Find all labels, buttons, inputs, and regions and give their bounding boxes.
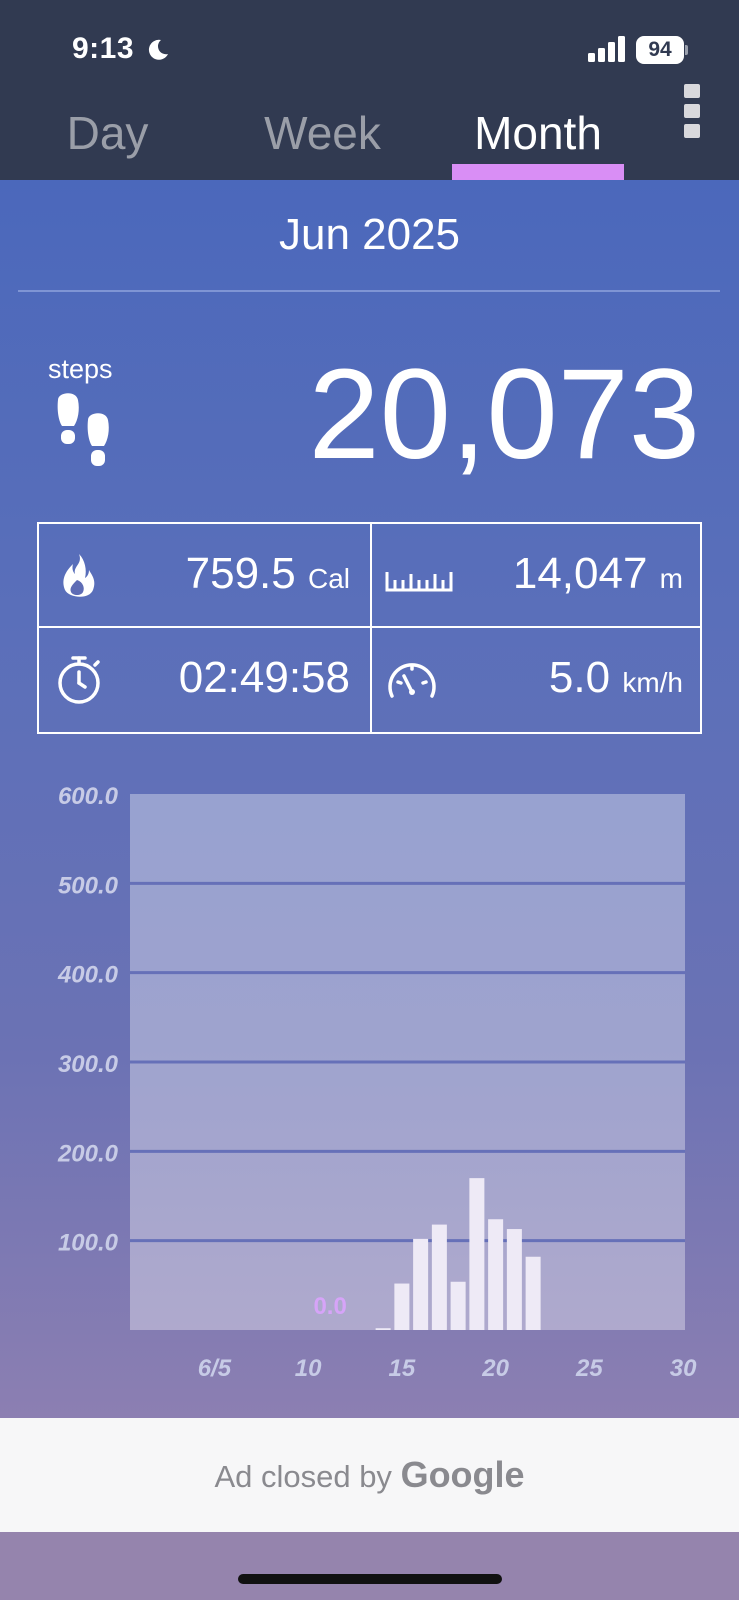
y-tick-label: 200.0 <box>57 1140 119 1167</box>
bottom-strip <box>0 1532 739 1600</box>
steps-bar-chart: 100.0 200.0 300.0 400.0 500.0 600.0 6/5 10 15 20 2… <box>0 770 739 1400</box>
footprints-icon <box>57 393 109 466</box>
overflow-menu-icon[interactable] <box>680 84 706 140</box>
google-logo: Google <box>400 1454 525 1495</box>
x-tick-label: 15 <box>389 1355 416 1382</box>
status-bar: 9:13 94 <box>0 0 739 90</box>
main-content: Jun 2025 steps 20,073 759.5 Cal 14,047 m… <box>0 180 739 1418</box>
cellular-signal-icon <box>588 36 625 62</box>
period-title: Jun 2025 <box>278 210 461 259</box>
ruler-icon <box>385 572 453 592</box>
bar-day-20 <box>488 1219 504 1330</box>
divider <box>18 290 720 292</box>
speed-value: 5.0 <box>548 653 611 702</box>
calories-value: 759.5 <box>185 549 296 598</box>
stopwatch-icon <box>58 656 100 704</box>
speed-unit: km/h <box>622 667 683 698</box>
steps-label: steps <box>48 354 113 384</box>
x-tick-label: 20 <box>481 1355 509 1382</box>
ad-banner: Ad closed by Google <box>0 1418 739 1532</box>
steps-total: 20,073 <box>308 343 701 486</box>
distance-cell: 14,047 m <box>372 524 701 626</box>
calories-cell: 759.5 Cal <box>39 524 368 626</box>
x-tick-label: 30 <box>670 1355 697 1382</box>
bar-day-19 <box>469 1178 485 1330</box>
x-tick-label: 25 <box>575 1355 603 1382</box>
tab-week[interactable]: Week <box>245 98 400 168</box>
bar-day-16 <box>413 1238 429 1330</box>
y-tick-label: 100.0 <box>58 1230 119 1257</box>
speed-cell: 5.0 km/h <box>372 628 701 730</box>
bar-day-22 <box>525 1256 541 1330</box>
tab-day[interactable]: Day <box>40 98 175 168</box>
bar-day-14 <box>375 1328 391 1330</box>
ad-closed-text: Ad closed by <box>214 1459 392 1494</box>
y-tick-label: 400.0 <box>57 962 119 989</box>
stats-grid: 759.5 Cal 14,047 m 02:49:58 5.0 km/h <box>37 522 702 734</box>
period-tabs: Day Week Month <box>0 90 739 180</box>
do-not-disturb-moon-icon <box>148 39 168 60</box>
duration-cell: 02:49:58 <box>39 628 368 730</box>
speedometer-icon <box>388 663 436 698</box>
top-bar: 9:13 94 Day Week Month <box>0 0 739 180</box>
calories-unit: Cal <box>307 563 350 594</box>
distance-value: 14,047 <box>512 549 648 598</box>
y-tick-label: 300.0 <box>58 1051 119 1078</box>
bar-day-15 <box>394 1283 410 1330</box>
zero-annotation: 0.0 <box>313 1293 346 1320</box>
active-tab-indicator <box>452 164 624 180</box>
bar-day-18 <box>450 1281 466 1330</box>
duration-value: 02:49:58 <box>178 653 350 702</box>
bar-day-21 <box>506 1229 522 1330</box>
tab-month[interactable]: Month <box>452 98 624 168</box>
flame-icon <box>63 554 95 597</box>
y-tick-label: 500.0 <box>58 872 119 899</box>
x-tick-label: 6/5 <box>198 1355 232 1382</box>
distance-unit: m <box>659 563 683 594</box>
bar-day-17 <box>431 1224 447 1330</box>
chart-svg: 100.0200.0300.0400.0500.0600.06/5 10 15 20 2… <box>57 783 697 1382</box>
y-tick-label: 600.0 <box>58 783 119 810</box>
status-time: 9:13 <box>72 32 135 65</box>
battery-level: 94 <box>636 36 684 64</box>
home-indicator[interactable] <box>238 1574 502 1584</box>
battery-icon: 94 <box>636 36 688 64</box>
x-tick-label: 10 <box>295 1355 322 1382</box>
